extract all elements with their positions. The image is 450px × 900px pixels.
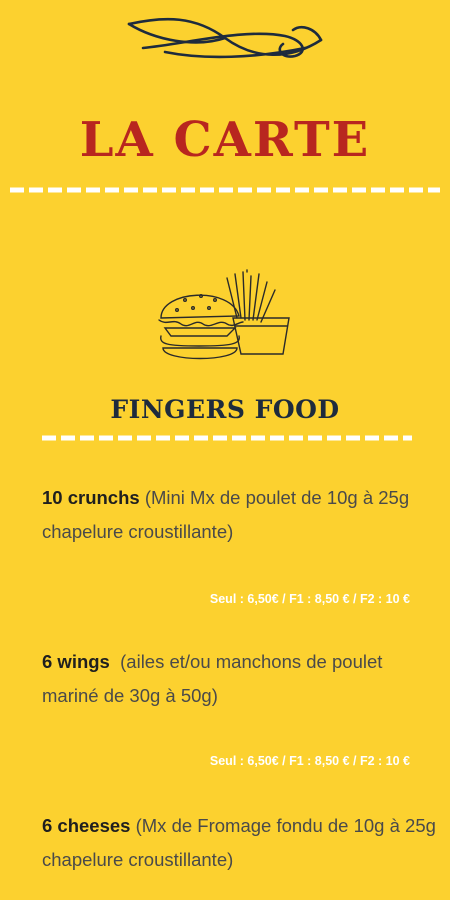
ornament-flourish-icon <box>127 17 323 59</box>
menu-item-name: 6 wings <box>42 651 110 672</box>
section-title: FINGERS FOOD <box>110 395 340 424</box>
menu-item-name: 10 crunchs <box>42 487 140 508</box>
menu-item: 10 crunchs (Mini Mx de poulet de 10g à 2… <box>42 481 437 549</box>
menu-item-price: Seul : 6,50€ / F1 : 8,50 € / F2 : 10 € <box>209 754 410 768</box>
menu-item-name: 6 cheeses <box>42 815 131 836</box>
burger-fries-illustration-icon <box>158 269 290 360</box>
section-divider <box>42 435 412 441</box>
menu-item: 6 wings (ailes et/ou manchons de poulet … <box>42 645 437 713</box>
menu-item: 6 cheeses (Mx de Fromage fondu de 10g à … <box>42 809 437 877</box>
menu-item-price: Seul : 6,50€ / F1 : 8,50 € / F2 : 10 € <box>209 592 410 606</box>
title-divider <box>10 187 440 193</box>
page-title: LA CARTE <box>79 112 371 168</box>
